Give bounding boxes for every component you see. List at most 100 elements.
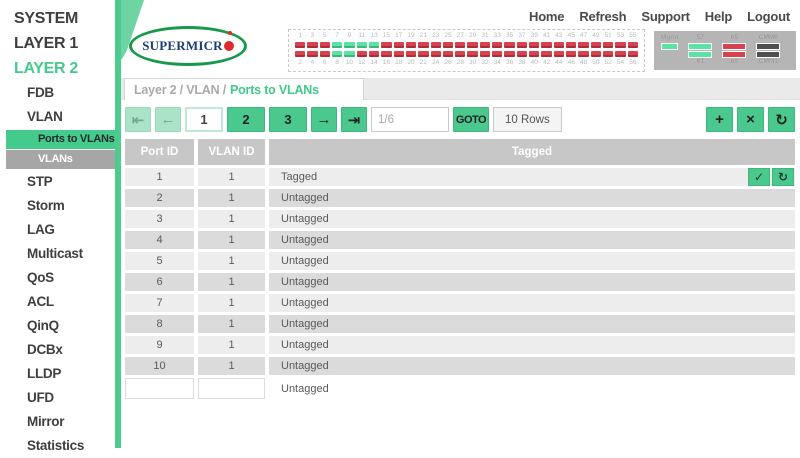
sidebar-item-lag[interactable]: LAG [0, 218, 115, 242]
port-number-53: 53 [616, 32, 625, 39]
new-vlan-id-input[interactable] [198, 378, 265, 399]
topnav-help[interactable]: Help [705, 9, 733, 24]
new-tagged-select[interactable]: Untagged [269, 378, 795, 399]
topnav-refresh[interactable]: Refresh [579, 9, 626, 24]
sidebar-item-multicast[interactable]: Multicast [0, 242, 115, 266]
table-row-9[interactable]: 9 1 Untagged [125, 336, 795, 354]
tagged-value: Untagged [281, 382, 329, 395]
logo-red-dot-icon [223, 41, 234, 51]
sidebar-item-acl[interactable]: ACL [0, 290, 115, 314]
page-button-1[interactable]: 1 [185, 107, 223, 132]
table-row-6[interactable]: 6 1 Untagged [125, 273, 795, 291]
table-row-4[interactable]: 4 1 Untagged [125, 231, 795, 249]
column-header-vlan-id: VLAN ID [198, 139, 265, 165]
sidebar-item-qinq[interactable]: QinQ [0, 314, 115, 338]
add-icon: + [715, 111, 724, 128]
sidebar-item-lldp[interactable]: LLDP [0, 362, 115, 386]
cell-vlan-id: 1 [198, 294, 265, 312]
topnav-logout[interactable]: Logout [747, 9, 790, 24]
port-number-45: 45 [567, 32, 575, 39]
port-number-56: 56 [629, 59, 637, 66]
port-number-15: 15 [382, 32, 391, 39]
sidebar-item-storm[interactable]: Storm [0, 194, 115, 218]
sidebar-item-statistics[interactable]: Statistics [0, 434, 115, 458]
topnav-support[interactable]: Support [641, 9, 690, 24]
sidebar-item-ports-to-vlans[interactable]: Ports to VLANs [6, 130, 115, 149]
ribbon-decoration [121, 0, 144, 60]
cell-vlan-id: 1 [198, 189, 265, 207]
last-page-button[interactable]: ⇥ [341, 107, 367, 132]
refresh-row-button[interactable]: ↻ [772, 168, 794, 186]
sidebar-item-system[interactable]: SYSTEM [0, 6, 115, 31]
sidebar-item-mirror[interactable]: Mirror [0, 410, 115, 434]
page-buttons: 123 [185, 107, 307, 132]
port-9-status [344, 42, 355, 48]
sidebar-item-ufd[interactable]: UFD [0, 386, 115, 410]
table-row-10[interactable]: 10 1 Untagged [125, 357, 795, 375]
port-20-status [405, 51, 417, 57]
cell-port-id: 10 [125, 357, 194, 375]
sidebar-item-vlan[interactable]: VLAN [0, 105, 115, 129]
uplink-groups: 57 61 65 69 CMM0 CMM1 [688, 34, 781, 66]
port-number-2: 2 [298, 59, 302, 66]
sidebar-item-stp[interactable]: STP [0, 170, 115, 194]
table-row-5[interactable]: 5 1 Untagged [125, 252, 795, 270]
port-36-status [504, 51, 515, 57]
table-row-3[interactable]: 3 1 Untagged [125, 210, 795, 228]
table-row-8[interactable]: 8 1 Untagged [125, 315, 795, 333]
rows-per-page-select[interactable]: 10 Rows [493, 107, 562, 132]
add-button[interactable]: + [706, 107, 733, 132]
port-8-status [331, 51, 343, 57]
page-button-3[interactable]: 3 [269, 107, 307, 132]
port-30-status [467, 51, 478, 57]
table-row-7[interactable]: 7 1 Untagged [125, 294, 795, 312]
uplink-label-69: 69 [730, 58, 738, 65]
prev-page-button[interactable]: ← [155, 107, 181, 132]
first-page-button[interactable]: ⇤ [125, 107, 151, 132]
sidebar-item-layer-1[interactable]: LAYER 1 [0, 31, 115, 56]
port-number-23: 23 [432, 32, 440, 39]
table-row-2[interactable]: 2 1 Untagged [125, 189, 795, 207]
port-number-27: 27 [456, 32, 464, 39]
port-47-status [578, 42, 589, 48]
cell-tagged: Untagged [269, 252, 795, 270]
port-43-status [553, 42, 565, 48]
sidebar-item-dcbx[interactable]: DCBx [0, 338, 115, 362]
goto-button[interactable]: GOTO [453, 107, 489, 132]
refresh-button[interactable]: ↻ [768, 107, 795, 132]
sidebar-item-layer-2[interactable]: LAYER 2 [0, 56, 115, 81]
tab-ports-to-vlans[interactable]: Layer 2 / VLAN / Ports to VLANs [124, 78, 364, 100]
next-page-button[interactable]: → [311, 107, 337, 132]
uplink-group-57: 57 61 [688, 34, 713, 66]
main-area: Home Refresh Support Help Logout SUPERMICR 1… [121, 0, 800, 448]
sidebar-item-vlans[interactable]: VLANs [6, 150, 115, 169]
port-number-18: 18 [395, 59, 403, 66]
sidebar-item-fdb[interactable]: FDB [0, 81, 115, 105]
port-7-status [331, 42, 343, 48]
page-button-2[interactable]: 2 [227, 107, 265, 132]
delete-button[interactable]: × [737, 107, 764, 132]
table-row-1[interactable]: 1 1 Tagged ✓ ↻ [125, 168, 795, 186]
page-number-input[interactable] [371, 107, 449, 132]
port-53-status [615, 42, 626, 48]
tagged-value: Untagged [281, 339, 329, 351]
port-6-status [319, 51, 330, 57]
first-page-icon: ⇤ [131, 111, 145, 129]
refresh-icon: ↻ [775, 111, 788, 129]
topnav-home[interactable]: Home [529, 9, 565, 24]
port-number-36: 36 [506, 59, 514, 66]
port-number-37: 37 [518, 32, 526, 39]
sidebar-item-qos[interactable]: QoS [0, 266, 115, 290]
table-new-row[interactable]: Untagged [125, 378, 795, 399]
new-port-id-input[interactable] [125, 378, 194, 399]
cell-tagged: Untagged [269, 336, 795, 354]
uplink-port-65-status [722, 43, 747, 50]
breadcrumb-current: Ports to VLANs [229, 82, 319, 97]
port-number-11: 11 [358, 32, 366, 39]
cell-tagged: Untagged [269, 273, 795, 291]
cell-port-id: 3 [125, 210, 194, 228]
port-number-13: 13 [370, 32, 378, 39]
confirm-row-button[interactable]: ✓ [748, 168, 770, 186]
tab-strip: Layer 2 / VLAN / Ports to VLANs [121, 78, 800, 100]
port-status-panel: 1 3 5 7 9 11 13 15 17 19 21 23 25 27 29 31 33 35 37 39 41 43 4… [288, 29, 645, 72]
